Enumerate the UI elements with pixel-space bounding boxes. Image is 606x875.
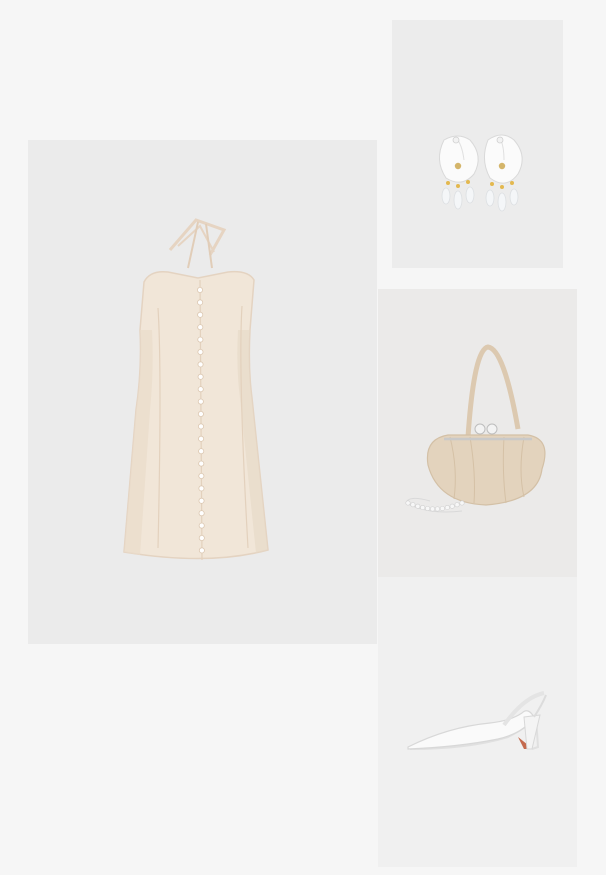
dress-button-detail (197, 336, 204, 343)
product-image-dress[interactable] (28, 140, 377, 644)
dress-button-detail (197, 373, 204, 380)
bag-pearl-chain-bead (415, 503, 421, 509)
bag-pearl-chain-bead (434, 506, 440, 512)
dress-button-detail (198, 510, 205, 517)
bag-illustration (405, 344, 546, 513)
bag-pearl-chain-bead (420, 505, 426, 511)
bag-pearl-chain-bead (405, 500, 411, 506)
dress-button-detail (197, 386, 204, 393)
dress-button-detail (197, 361, 204, 368)
earrings-illustration (439, 134, 523, 212)
bag-pearl-chain-bead (444, 505, 450, 511)
bag-pearl-chain-bead (425, 505, 431, 511)
dress-button-detail (198, 534, 205, 541)
dress-button-detail (196, 286, 203, 293)
product-image-bag[interactable] (378, 289, 577, 577)
bag-pearl-chain-bead (459, 500, 465, 506)
dress-button-detail (197, 324, 204, 331)
bag-pearl-chain-bead (449, 503, 455, 509)
dress-button-detail (198, 522, 205, 529)
dress-button-detail (197, 311, 204, 318)
product-image-earrings[interactable] (392, 20, 563, 268)
bag-pearl-chain-bead (430, 506, 436, 512)
dress-button-detail (197, 410, 204, 417)
bag-pearl-chain-bead (410, 502, 416, 508)
dress-button-detail (197, 423, 204, 430)
product-image-shoe[interactable] (378, 577, 577, 867)
dress-button-detail (198, 547, 205, 554)
dress-button-detail (198, 485, 205, 492)
dress-button-detail (198, 448, 205, 455)
bag-pearl-chain-bead (454, 502, 460, 508)
dress-button-detail (197, 299, 204, 306)
dress-illustration (123, 218, 269, 561)
shoe-illustration (407, 691, 547, 750)
dress-button-detail (198, 435, 205, 442)
dress-button-detail (198, 460, 205, 467)
dress-button-detail (197, 348, 204, 355)
dress-button-detail (197, 398, 204, 405)
dress-button-detail (198, 497, 205, 504)
dress-button-detail (198, 472, 205, 479)
bag-pearl-chain-bead (439, 505, 445, 511)
